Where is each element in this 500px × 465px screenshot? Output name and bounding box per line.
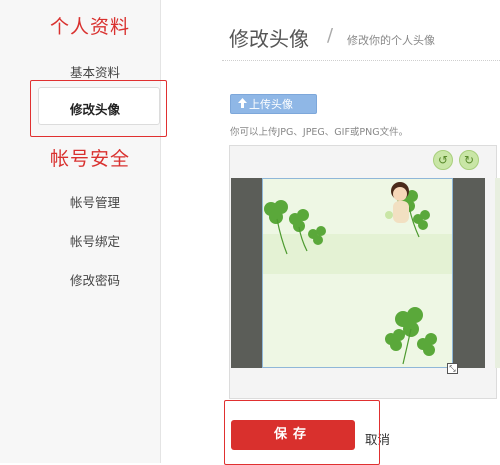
upload-avatar-button[interactable]: 上传头像 [230,94,317,114]
title-separator: / [327,25,334,46]
rotate-right-icon[interactable]: ↻ [459,150,479,170]
crop-mask-left [231,178,262,368]
sidebar-item-account-binding[interactable]: 帐号绑定 [70,231,120,250]
sidebar: 个人资料 基本资料 修改头像 帐号安全 帐号管理 帐号绑定 修改密码 [0,0,161,463]
header-divider [222,60,500,61]
sidebar-item-account-management[interactable]: 帐号管理 [70,192,120,211]
sidebar-item-change-avatar-label[interactable]: 修改头像 [70,99,120,118]
crop-mask-right [453,178,485,368]
crop-resize-handle[interactable]: ⤡ [447,363,458,374]
cancel-link[interactable]: 取消 [365,429,390,448]
sidebar-item-change-password[interactable]: 修改密码 [70,270,120,289]
save-button[interactable]: 保存 [231,420,355,450]
sidebar-item-basic-info[interactable]: 基本资料 [70,62,120,81]
upload-hint: 你可以上传JPG、JPEG、GIF或PNG文件。 [230,127,409,138]
page-subtitle: 修改你的个人头像 [347,34,435,47]
clover-illustration [263,179,452,367]
avatar-crop-area[interactable] [262,178,453,368]
page-title: 修改头像 [229,27,309,51]
upload-arrow-icon [237,95,247,115]
upload-avatar-label: 上传头像 [249,98,293,111]
section-title-account-security: 帐号安全 [50,148,131,170]
section-title-personal: 个人资料 [50,16,131,38]
preview-edge [495,178,500,368]
rotate-left-icon[interactable]: ↺ [433,150,453,170]
